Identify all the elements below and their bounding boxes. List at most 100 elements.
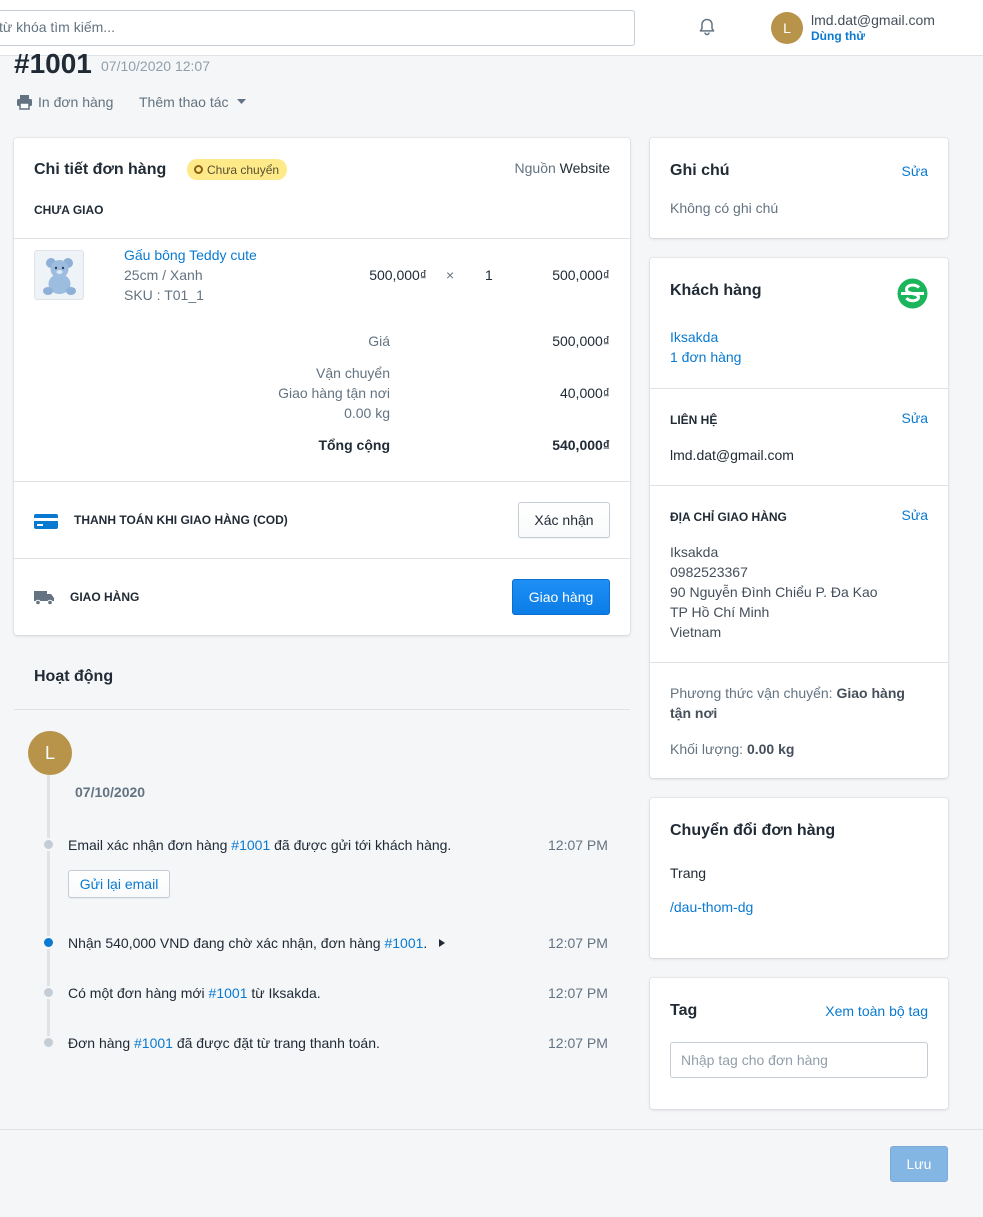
event-text: đã được đặt từ trang thanh toán. [172, 1035, 380, 1051]
divider [14, 558, 630, 559]
user-email[interactable]: lmd.dat@gmail.com [811, 12, 935, 28]
notes-text: Không có ghi chú [670, 200, 779, 216]
customer-brand-icon [897, 278, 928, 309]
user-avatar[interactable]: L [771, 12, 803, 44]
order-number: #1001 [14, 48, 92, 77]
credit-card-icon [34, 514, 58, 529]
product-thumbnail[interactable] [34, 250, 84, 300]
customer-email[interactable]: lmd.dat@gmail.com [670, 445, 794, 465]
conversion-page-link[interactable]: /dau-thom-dg [670, 899, 753, 915]
weight-value: 0.00 kg [746, 741, 795, 757]
item-quantity: 1 [485, 267, 493, 283]
teddy-bear-image [43, 258, 76, 295]
customer-title: Khách hàng [670, 282, 762, 299]
divider [14, 709, 630, 710]
event-text: . [423, 935, 428, 951]
more-actions-label: Thêm thao tác [139, 94, 229, 110]
notes-edit-link[interactable]: Sửa [902, 163, 929, 179]
timeline-dot-active [42, 936, 55, 949]
fulfill-button[interactable]: Giao hàng [512, 579, 610, 615]
customer-name-link[interactable]: Iksakda [670, 329, 718, 345]
notes-title: Ghi chú [670, 162, 730, 179]
customer-card: Khách hàng Iksakda 1 đơn hàng LIÊN HỆ Sử… [650, 258, 948, 778]
more-actions-dropdown[interactable]: Thêm thao tác [139, 94, 246, 110]
user-plan: Dùng thử [811, 29, 866, 43]
shipping-method-info: Phương thức vận chuyển: Giao hàng tận nơ… [670, 683, 928, 723]
item-total: 500,000₫ [552, 267, 610, 283]
order-link[interactable]: #1001 [231, 837, 270, 853]
activity-event: Nhận 540,000 VND đang chờ xác nhận, đơn … [68, 935, 446, 951]
divider [650, 388, 948, 389]
address-line: 0982523367 [670, 564, 748, 580]
tags-title: Tag [670, 1002, 698, 1019]
activity-event: Đơn hàng #1001 đã được đặt từ trang than… [68, 1035, 380, 1051]
print-order-button[interactable]: In đơn hàng [16, 94, 113, 110]
event-time: 12:07 PM [548, 837, 608, 853]
order-link[interactable]: #1001 [384, 935, 423, 951]
tag-input[interactable]: Nhập tag cho đơn hàng [670, 1042, 928, 1078]
printer-icon [17, 95, 32, 110]
conversion-card: Chuyển đổi đơn hàng Trang /dau-thom-dg [650, 798, 948, 958]
event-text: Email xác nhận đơn hàng [68, 837, 232, 853]
notes-card: Ghi chú Sửa Không có ghi chú [650, 138, 948, 238]
item-unit-price: 500,000₫ [369, 267, 427, 283]
event-text: Có một đơn hàng mới [68, 985, 209, 1001]
confirm-payment-button[interactable]: Xác nhận [518, 502, 610, 538]
source-value: Website [559, 160, 610, 176]
payment-method-label: THANH TOÁN KHI GIAO HÀNG (COD) [74, 513, 288, 527]
order-detail-title: Chi tiết đơn hàng [34, 161, 167, 178]
view-all-tags-link[interactable]: Xem toàn bộ tag [825, 1003, 928, 1019]
caret-down-icon [236, 99, 246, 104]
expand-caret-icon[interactable] [439, 939, 446, 947]
times-sign: × [446, 267, 455, 283]
status-badge: Chưa chuyển [187, 159, 288, 180]
event-time: 12:07 PM [548, 1035, 608, 1051]
weight-label: Khối lượng: [670, 741, 744, 757]
contact-label: LIÊN HỆ [670, 413, 718, 427]
activity-title: Hoạt động [34, 668, 114, 685]
bell-icon[interactable] [697, 17, 717, 37]
status-badge-label: Chưa chuyển [207, 162, 280, 177]
save-button[interactable]: Lưu [890, 1146, 948, 1182]
event-text: đã được gửi tới khách hàng. [270, 837, 452, 853]
customer-orders-link[interactable]: 1 đơn hàng [670, 349, 741, 365]
product-name-link[interactable]: Gấu bông Teddy cute [124, 247, 257, 263]
event-text: Nhận 540,000 VND đang chờ xác nhận, đơn … [68, 935, 385, 951]
event-time: 12:07 PM [548, 935, 608, 951]
truck-icon [34, 591, 54, 605]
total-value: 540,000₫ [552, 437, 610, 453]
order-link[interactable]: #1001 [209, 985, 248, 1001]
delivery-label: GIAO HÀNG [70, 590, 140, 604]
shipping-address-label: ĐỊA CHỈ GIAO HÀNG [670, 510, 787, 524]
address-line: Iksakda [670, 544, 719, 560]
search-input[interactable]: từ khóa tìm kiếm... [0, 10, 635, 46]
divider [14, 481, 630, 482]
product-variant: 25cm / Xanh [124, 267, 203, 283]
event-text: Đơn hàng [68, 1035, 135, 1051]
address-edit-link[interactable]: Sửa [902, 507, 929, 523]
order-source: Nguồn Website [515, 160, 610, 176]
shipping-value: 40,000₫ [559, 385, 610, 401]
footer-divider [0, 1129, 983, 1130]
activity-event: Email xác nhận đơn hàng #1001 đã được gử… [68, 837, 451, 853]
contact-edit-link[interactable]: Sửa [902, 410, 929, 426]
shipping-weight: 0.00 kg [344, 405, 390, 421]
conversion-page-label: Trang [670, 865, 707, 881]
order-date: 07/10/2020 12:07 [101, 58, 210, 74]
activity-event: Có một đơn hàng mới #1001 từ Iksakda. [68, 985, 321, 1001]
order-link[interactable]: #1001 [134, 1035, 173, 1051]
timeline-dot [42, 986, 55, 999]
tags-card: Tag Xem toàn bộ tag Nhập tag cho đơn hàn… [650, 978, 948, 1109]
resend-email-button[interactable]: Gửi lại email [68, 870, 170, 898]
timeline-dot [42, 838, 55, 851]
fulfillment-status-label: CHƯA GIAO [34, 203, 104, 217]
address-line: 90 Nguyễn Đình Chiểu P. Đa Kao [670, 584, 878, 600]
total-label: Tổng cộng [318, 437, 390, 453]
print-order-label: In đơn hàng [38, 94, 114, 110]
shipping-label: Vận chuyển [316, 365, 390, 381]
top-bar: từ khóa tìm kiếm... L lmd.dat@gmail.com … [0, 0, 983, 56]
product-sku: SKU : T01_1 [124, 287, 204, 303]
event-time: 12:07 PM [548, 985, 608, 1001]
activity-avatar: L [28, 731, 72, 775]
address-line: Vietnam [670, 624, 722, 640]
